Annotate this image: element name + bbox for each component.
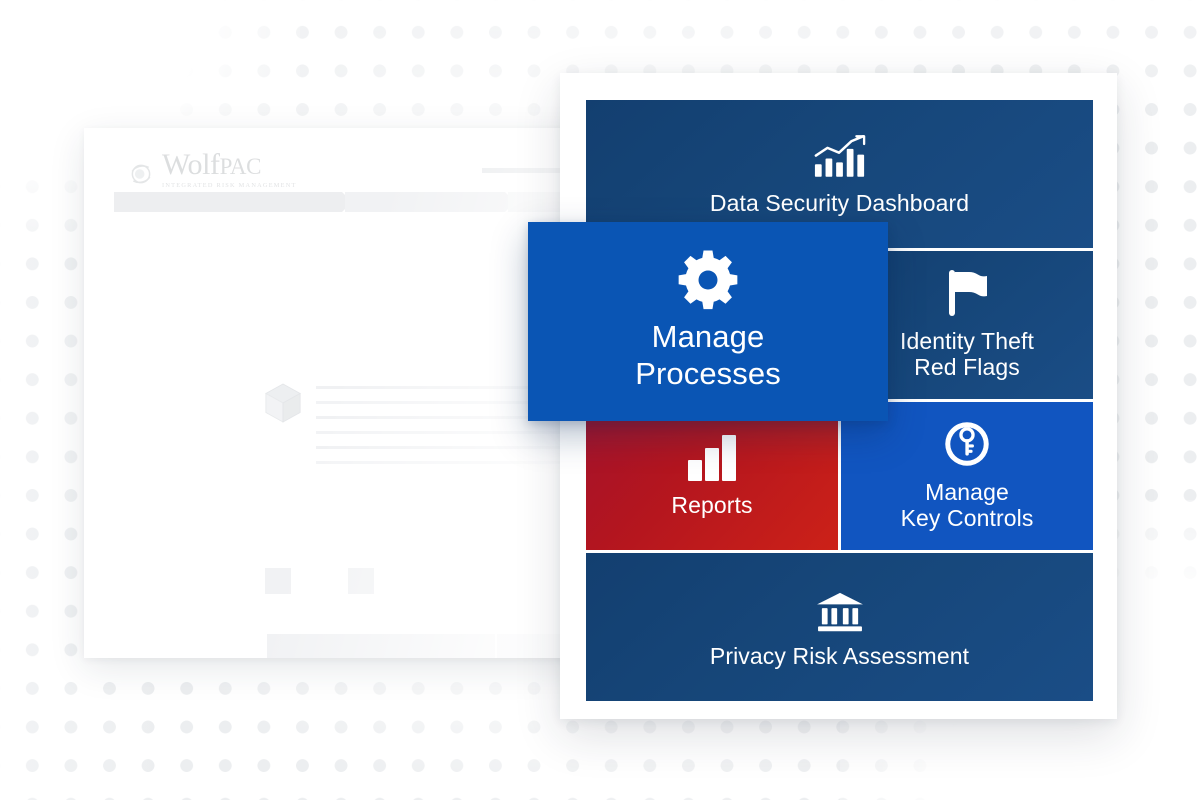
tile-label: Reports [671,491,753,518]
gear-icon [677,250,739,309]
breadcrumb-step-1 [114,192,352,212]
tile-label: Manage Processes [635,318,781,391]
bar-chart-icon [687,434,737,482]
key-circle-icon [942,421,992,469]
breadcrumb-step-2 [345,192,515,212]
bar-chart-trend-icon [813,132,867,180]
tile-label: Identity Theft Red Flags [900,327,1034,380]
table-cell [267,634,495,658]
tile-label: Data Security Dashboard [709,189,970,216]
page-root: WolfPAC INTEGRATED RISK MANAGEMENT Data … [0,0,1200,800]
wolfpac-logo-text: WolfPAC INTEGRATED RISK MANAGEMENT [162,150,297,189]
tile-reports[interactable]: Reports [586,402,838,550]
cube-icon [264,382,302,423]
wolfpac-wordmark: WolfPAC [162,148,262,181]
wolfpac-tagline: INTEGRATED RISK MANAGEMENT [162,182,297,189]
tile-manage-key-controls[interactable]: Manage Key Controls [841,402,1093,550]
tile-label: Manage Key Controls [900,478,1034,531]
placeholder-chip [265,568,291,594]
wolfpac-swirl-icon [126,159,156,189]
placeholder-chip [348,568,374,594]
wolfpac-logo: WolfPAC INTEGRATED RISK MANAGEMENT [126,150,297,189]
tile-label: Privacy Risk Assessment [709,642,970,669]
tile-privacy-risk-assessment[interactable]: Privacy Risk Assessment [586,553,1093,701]
tile-manage-processes[interactable]: Manage Processes [528,222,888,421]
flag-icon [945,269,989,318]
bank-columns-icon [815,585,865,633]
